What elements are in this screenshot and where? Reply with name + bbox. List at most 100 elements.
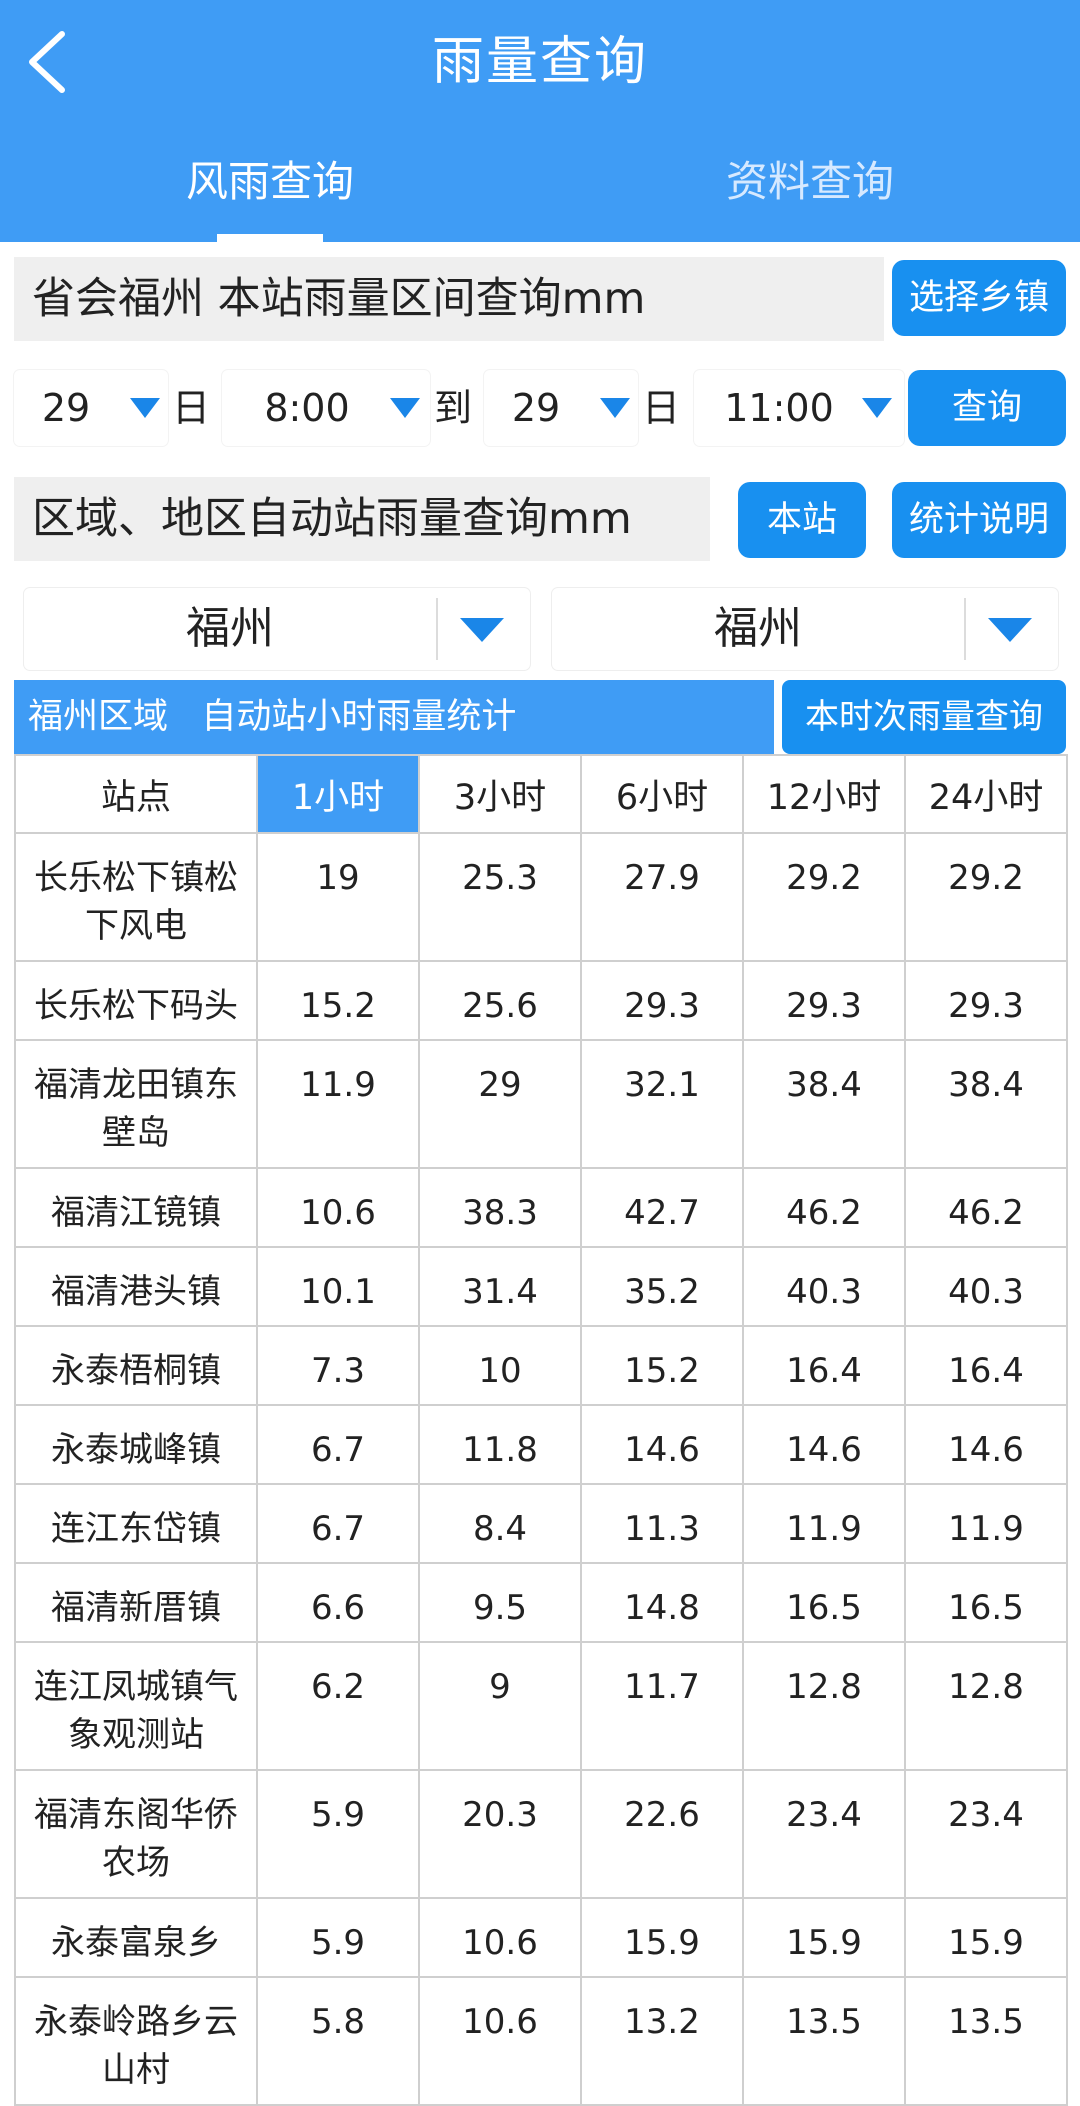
- col-header-24h[interactable]: 24小时: [904, 754, 1068, 834]
- rain-3h: 25.3: [418, 832, 582, 962]
- rain-3h: 9: [418, 1641, 582, 1771]
- query-button[interactable]: 查询: [908, 370, 1066, 446]
- rain-24h: 14.6: [904, 1404, 1068, 1485]
- table-row[interactable]: 福清东阁华侨农场 5.9 20.3 22.6 23.4 23.4: [14, 1769, 1068, 1899]
- dropdown-arrow-icon: [390, 398, 420, 418]
- to-day-select[interactable]: 29: [484, 370, 638, 446]
- table-row[interactable]: 福清江镜镇 10.6 38.3 42.7 46.2 46.2: [14, 1167, 1068, 1248]
- rain-3h: 29: [418, 1039, 582, 1169]
- rain-1h: 6.2: [256, 1641, 420, 1771]
- table-row[interactable]: 长乐松下镇松下风电 19 25.3 27.9 29.2 29.2: [14, 832, 1068, 962]
- this-station-button[interactable]: 本站: [738, 482, 866, 558]
- rain-12h: 11.9: [742, 1483, 906, 1564]
- from-day-unit: 日: [172, 386, 211, 430]
- table-row[interactable]: 福清港头镇 10.1 31.4 35.2 40.3 40.3: [14, 1246, 1068, 1327]
- table-row[interactable]: 永泰岭路乡云山村 5.8 10.6 13.2 13.5 13.5: [14, 1976, 1068, 2106]
- from-day-select[interactable]: 29: [14, 370, 168, 446]
- col-header-station[interactable]: 站点: [14, 754, 258, 834]
- to-label: 到: [434, 386, 473, 430]
- table-row[interactable]: 永泰城峰镇 6.7 11.8 14.6 14.6 14.6: [14, 1404, 1068, 1485]
- rain-3h: 10: [418, 1325, 582, 1406]
- rain-3h: 10.6: [418, 1976, 582, 2106]
- table-header-row: 站点 1小时 3小时 6小时 12小时 24小时: [14, 754, 1068, 834]
- rain-12h: 16.4: [742, 1325, 906, 1406]
- to-day-value: 29: [511, 386, 561, 430]
- dropdown-arrow-icon: [862, 398, 892, 418]
- rain-24h: 16.4: [904, 1325, 1068, 1406]
- station-name: 长乐松下镇松下风电: [14, 832, 258, 962]
- rain-6h: 27.9: [580, 832, 744, 962]
- tab-data-query[interactable]: 资料查询: [540, 150, 1080, 214]
- rain-24h: 15.9: [904, 1897, 1068, 1978]
- rain-1h: 5.9: [256, 1769, 420, 1899]
- rain-24h: 40.3: [904, 1246, 1068, 1327]
- rain-6h: 11.3: [580, 1483, 744, 1564]
- station-query-label: 省会福州 本站雨量区间查询mm: [14, 257, 884, 341]
- table-row[interactable]: 长乐松下码头 15.2 25.6 29.3 29.3 29.3: [14, 960, 1068, 1041]
- station-name: 永泰岭路乡云山村: [14, 1976, 258, 2106]
- rain-6h: 13.2: [580, 1976, 744, 2106]
- rain-12h: 15.9: [742, 1897, 906, 1978]
- station-name: 永泰梧桐镇: [14, 1325, 258, 1406]
- rain-1h: 5.9: [256, 1897, 420, 1978]
- region-select-primary-value: 福州: [186, 603, 274, 654]
- table-row[interactable]: 福清新厝镇 6.6 9.5 14.8 16.5 16.5: [14, 1562, 1068, 1643]
- hourly-rain-query-button[interactable]: 本时次雨量查询: [782, 680, 1066, 754]
- col-header-12h[interactable]: 12小时: [742, 754, 906, 834]
- station-name: 福清江镜镇: [14, 1167, 258, 1248]
- to-time-select[interactable]: 11:00: [694, 370, 904, 446]
- rain-3h: 31.4: [418, 1246, 582, 1327]
- table-row[interactable]: 永泰梧桐镇 7.3 10 15.2 16.4 16.4: [14, 1325, 1068, 1406]
- station-name: 福清龙田镇东壁岛: [14, 1039, 258, 1169]
- rain-3h: 20.3: [418, 1769, 582, 1899]
- rain-1h: 6.7: [256, 1404, 420, 1485]
- stats-info-button[interactable]: 统计说明: [892, 482, 1066, 558]
- active-tab-indicator: [217, 234, 323, 242]
- rainfall-table: 站点 1小时 3小时 6小时 12小时 24小时 长乐松下镇松下风电 19 25…: [14, 754, 1068, 2106]
- table-row[interactable]: 连江东岱镇 6.7 8.4 11.3 11.9 11.9: [14, 1483, 1068, 1564]
- dropdown-arrow-icon: [600, 398, 630, 418]
- from-day-value: 29: [41, 386, 91, 430]
- rain-12h: 14.6: [742, 1404, 906, 1485]
- col-header-3h[interactable]: 3小时: [418, 754, 582, 834]
- rain-6h: 29.3: [580, 960, 744, 1041]
- rain-3h: 8.4: [418, 1483, 582, 1564]
- station-name: 福清新厝镇: [14, 1562, 258, 1643]
- table-row[interactable]: 永泰富泉乡 5.9 10.6 15.9 15.9 15.9: [14, 1897, 1068, 1978]
- rain-24h: 12.8: [904, 1641, 1068, 1771]
- select-town-button[interactable]: 选择乡镇: [892, 260, 1066, 336]
- rain-24h: 29.3: [904, 960, 1068, 1041]
- station-name: 永泰城峰镇: [14, 1404, 258, 1485]
- dropdown-arrow-icon: [460, 618, 504, 642]
- rain-12h: 16.5: [742, 1562, 906, 1643]
- rain-6h: 35.2: [580, 1246, 744, 1327]
- rain-1h: 11.9: [256, 1039, 420, 1169]
- rain-1h: 5.8: [256, 1976, 420, 2106]
- rain-12h: 29.2: [742, 832, 906, 962]
- rain-24h: 11.9: [904, 1483, 1068, 1564]
- rain-24h: 38.4: [904, 1039, 1068, 1169]
- rain-12h: 23.4: [742, 1769, 906, 1899]
- rain-24h: 13.5: [904, 1976, 1068, 2106]
- rain-12h: 13.5: [742, 1976, 906, 2106]
- tab-wind-rain[interactable]: 风雨查询: [0, 150, 540, 214]
- table-row[interactable]: 连江凤城镇气象观测站 6.2 9 11.7 12.8 12.8: [14, 1641, 1068, 1771]
- col-header-1h[interactable]: 1小时: [256, 754, 420, 834]
- rain-1h: 7.3: [256, 1325, 420, 1406]
- rain-6h: 42.7: [580, 1167, 744, 1248]
- table-row[interactable]: 福清龙田镇东壁岛 11.9 29 32.1 38.4 38.4: [14, 1039, 1068, 1169]
- col-header-6h[interactable]: 6小时: [580, 754, 744, 834]
- region-select-secondary[interactable]: 福州: [552, 588, 1058, 670]
- rain-3h: 10.6: [418, 1897, 582, 1978]
- rain-12h: 29.3: [742, 960, 906, 1041]
- from-time-select[interactable]: 8:00: [222, 370, 430, 446]
- rain-24h: 16.5: [904, 1562, 1068, 1643]
- dropdown-arrow-icon: [130, 398, 160, 418]
- stats-title: 福州区域 自动站小时雨量统计: [14, 680, 774, 754]
- select-divider: [964, 598, 966, 660]
- rain-1h: 6.7: [256, 1483, 420, 1564]
- region-select-primary[interactable]: 福州: [24, 588, 530, 670]
- rain-6h: 15.2: [580, 1325, 744, 1406]
- region-select-secondary-value: 福州: [714, 603, 802, 654]
- rain-3h: 9.5: [418, 1562, 582, 1643]
